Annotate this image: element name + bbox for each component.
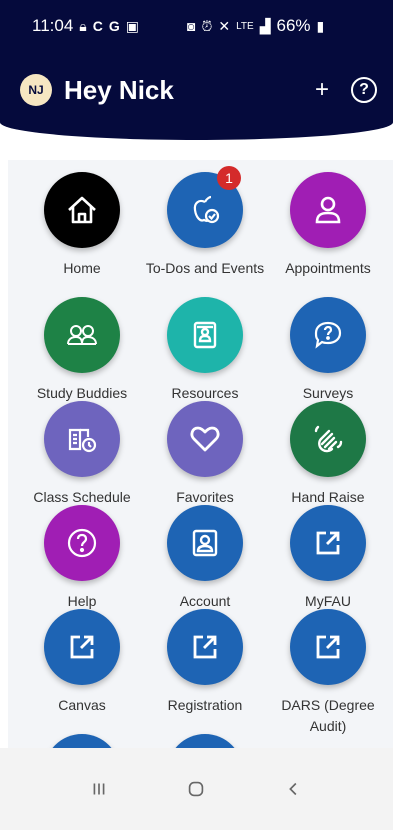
tile-link-partial-2[interactable] xyxy=(143,734,267,748)
tile-dars[interactable]: DARS (Degree Audit) xyxy=(266,609,390,737)
study-buddies-circle[interactable] xyxy=(44,297,120,373)
home-icon xyxy=(68,196,96,224)
signal-icon: ▟ xyxy=(259,17,271,34)
class-schedule-circle[interactable] xyxy=(44,401,120,477)
tile-label: DARS (Degree Audit) xyxy=(281,697,375,734)
external-link-icon xyxy=(70,635,94,659)
tile-label: Registration xyxy=(167,697,243,713)
app-bar: NJ Hey Nick + ? xyxy=(0,66,393,114)
g-icon: G xyxy=(108,18,120,34)
recent-apps-icon[interactable] xyxy=(77,767,121,811)
image-icon: ▣ xyxy=(125,17,139,34)
status-bar: 11:04 🔒︎ C G ▣ ◙ ⏰︎ ✕ LTE ▟ 66% ▮ xyxy=(0,0,393,52)
registration-circle[interactable] xyxy=(167,609,243,685)
todos-circle[interactable]: 1 xyxy=(167,166,243,248)
home-circle[interactable] xyxy=(44,172,120,248)
tile-label: Appointments xyxy=(285,260,371,276)
apple-check-icon xyxy=(193,195,220,224)
tile-label: Canvas xyxy=(58,697,106,713)
tile-canvas[interactable]: Canvas xyxy=(20,609,144,716)
account-circle[interactable] xyxy=(167,505,243,581)
tile-registration[interactable]: Registration xyxy=(143,609,267,716)
tile-surveys[interactable]: Surveys xyxy=(266,297,390,404)
surveys-circle[interactable] xyxy=(290,297,366,373)
resources-icon xyxy=(193,321,217,349)
tile-label: Home xyxy=(63,260,101,276)
help-button[interactable]: ? xyxy=(351,77,377,103)
alarm-icon: ⏰︎ xyxy=(201,17,213,34)
tile-grid: Home 1 To-Dos and Events Appointments St… xyxy=(8,160,393,748)
tile-class-schedule[interactable]: Class Schedule xyxy=(20,401,144,508)
tile-home[interactable]: Home xyxy=(20,172,144,279)
battery-percent: 66% xyxy=(276,16,311,35)
person-icon xyxy=(315,196,341,224)
tile-label: To-Dos and Events xyxy=(145,260,265,276)
lte-icon: LTE xyxy=(236,20,254,32)
hand-raise-icon xyxy=(314,425,343,453)
tile-myfau[interactable]: MyFAU xyxy=(266,505,390,612)
header-spacer xyxy=(8,140,393,160)
appointments-circle[interactable] xyxy=(290,172,366,248)
schedule-icon xyxy=(68,428,97,453)
help-icon xyxy=(67,528,97,558)
tile-resources[interactable]: Resources xyxy=(143,297,267,404)
nfc-icon: ◙ xyxy=(186,18,196,34)
hand-raise-circle[interactable] xyxy=(290,401,366,477)
tile-link-partial-1[interactable] xyxy=(20,734,144,748)
system-nav-bar xyxy=(0,748,393,830)
buddies-icon xyxy=(67,325,97,345)
external-link-icon xyxy=(316,531,340,555)
link-circle[interactable] xyxy=(44,734,120,748)
favorites-circle[interactable] xyxy=(167,401,243,477)
link-circle[interactable] xyxy=(167,734,243,748)
app-header: 11:04 🔒︎ C G ▣ ◙ ⏰︎ ✕ LTE ▟ 66% ▮ NJ Hey… xyxy=(0,0,393,140)
myfau-circle[interactable] xyxy=(290,505,366,581)
add-button[interactable]: + xyxy=(308,74,336,106)
lock-icon: 🔒︎ xyxy=(79,17,87,34)
tile-study-buddies[interactable]: Study Buddies xyxy=(20,297,144,404)
survey-icon xyxy=(314,321,342,349)
resources-circle[interactable] xyxy=(167,297,243,373)
tile-appointments[interactable]: Appointments xyxy=(266,172,390,279)
avatar[interactable]: NJ xyxy=(20,74,52,106)
back-icon[interactable] xyxy=(272,767,316,811)
mute-icon: ✕ xyxy=(218,17,231,34)
tile-account[interactable]: Account xyxy=(143,505,267,612)
account-icon xyxy=(192,529,218,557)
external-link-icon xyxy=(316,635,340,659)
help-circle[interactable] xyxy=(44,505,120,581)
tile-favorites[interactable]: Favorites xyxy=(143,401,267,508)
dars-circle[interactable] xyxy=(290,609,366,685)
tile-todos[interactable]: 1 To-Dos and Events xyxy=(143,166,267,279)
heart-icon xyxy=(190,426,220,452)
todos-badge: 1 xyxy=(217,166,241,190)
tile-hand-raise[interactable]: Hand Raise xyxy=(266,401,390,508)
greeting-title: Hey Nick xyxy=(64,74,174,105)
battery-icon: ▮ xyxy=(316,17,325,34)
external-link-icon xyxy=(193,635,217,659)
tile-help[interactable]: Help xyxy=(20,505,144,612)
c-icon: C xyxy=(92,18,103,34)
status-time: 11:04 xyxy=(32,16,74,35)
canvas-circle[interactable] xyxy=(44,609,120,685)
home-button-icon[interactable] xyxy=(174,767,218,811)
